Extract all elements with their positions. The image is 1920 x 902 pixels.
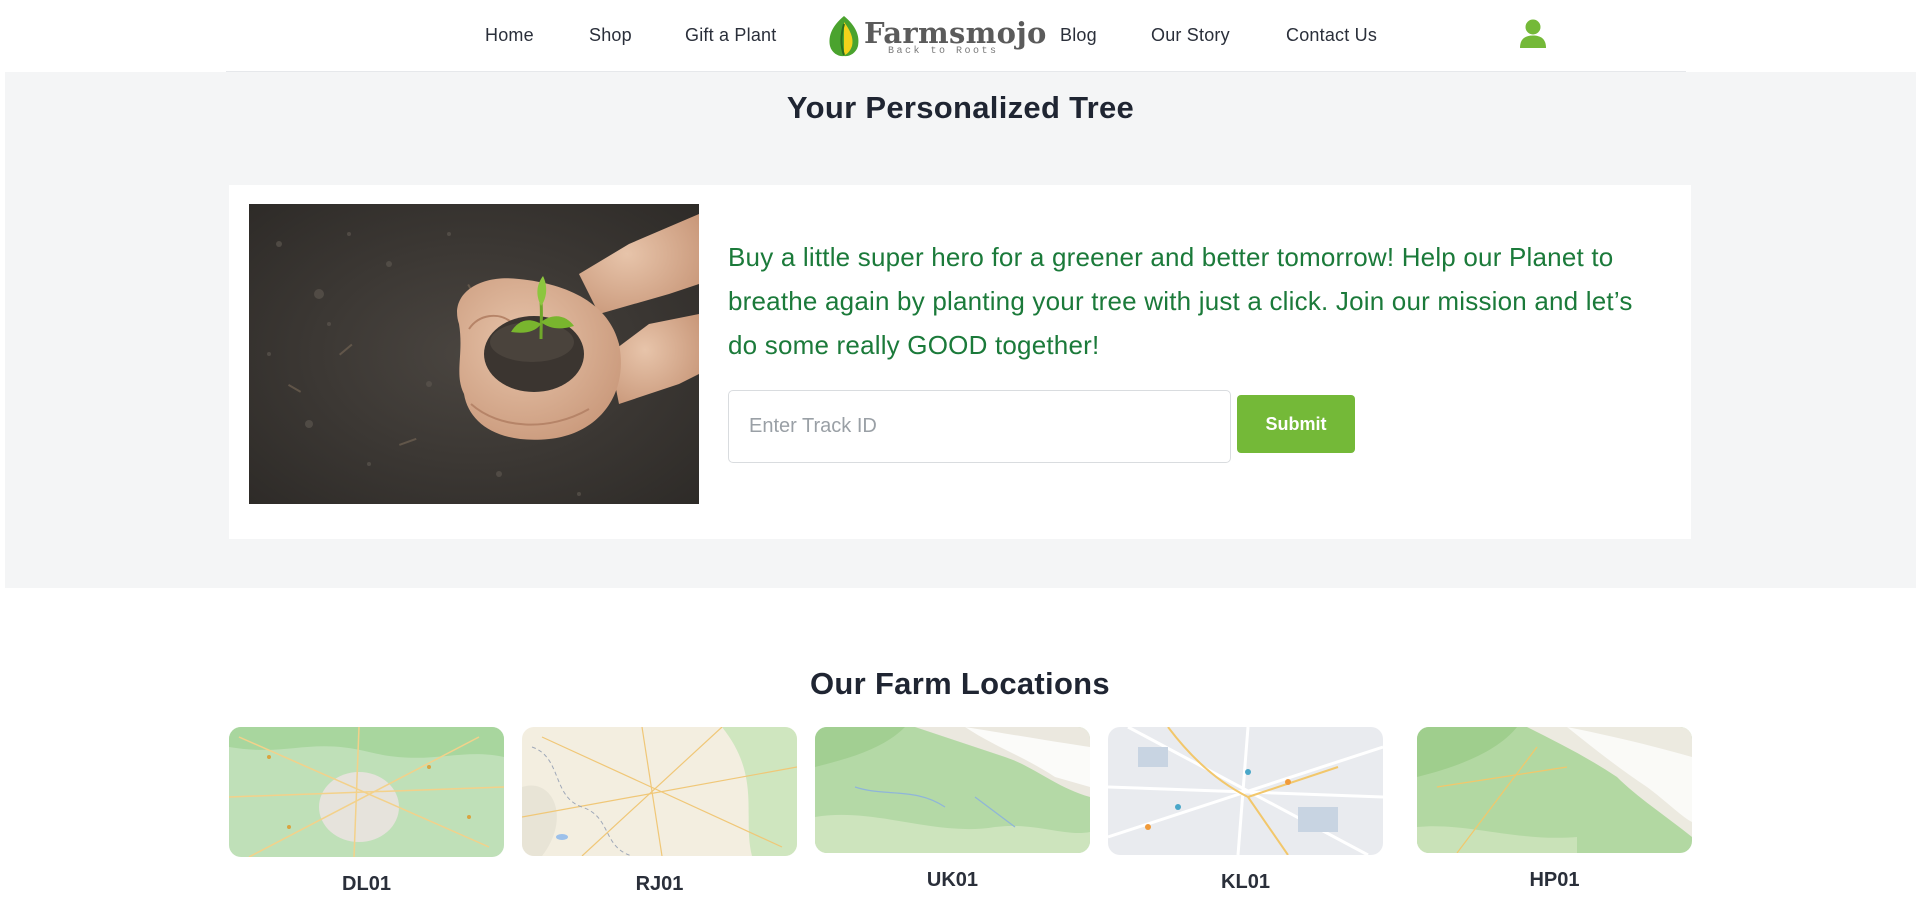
leaf-logo-icon — [829, 16, 859, 57]
farmsmojo-logo[interactable]: Farmsmojo Back to Roots — [826, 14, 1046, 58]
section-title: Your Personalized Tree — [786, 90, 1135, 125]
farm-location-code: UK01 — [926, 869, 979, 891]
farm-location-code: KL01 — [1221, 871, 1270, 893]
farm-location-card[interactable]: KL01 — [1108, 727, 1383, 893]
nav-item-shop[interactable]: Shop — [589, 25, 632, 46]
farm-location-card[interactable]: DL01 — [229, 727, 504, 895]
nav-item-home[interactable]: Home — [485, 25, 534, 46]
track-tree-card: Buy a little super hero for a greener an… — [229, 185, 1691, 539]
farm-locations-title: Our Farm Locations — [810, 666, 1110, 701]
logo-wordmark: Farmsmojo — [864, 16, 1047, 50]
nav-item-blog[interactable]: Blog — [1060, 25, 1097, 46]
map-thumbnail-uk01 — [815, 727, 1090, 853]
farm-location-card[interactable]: UK01 — [815, 727, 1090, 891]
farm-location-card[interactable]: HP01 — [1417, 727, 1692, 891]
logo-tagline: Back to Roots — [888, 46, 999, 57]
map-thumbnail-hp01 — [1417, 727, 1692, 853]
farm-location-code: DL01 — [342, 873, 391, 895]
hero-description: Buy a little super hero for a greener an… — [728, 242, 1633, 360]
farm-location-code: RJ01 — [635, 873, 684, 895]
nav-item-gift-a-plant[interactable]: Gift a Plant — [685, 25, 776, 46]
map-thumbnail-dl01 — [229, 727, 504, 857]
nav-item-contact-us[interactable]: Contact Us — [1286, 25, 1377, 46]
top-navbar: Home Shop Gift a Plant Farmsmojo Back to… — [0, 0, 1920, 72]
farm-location-card[interactable]: RJ01 — [522, 727, 797, 895]
nav-item-our-story[interactable]: Our Story — [1151, 25, 1230, 46]
hands-holding-seedling-image — [249, 204, 699, 504]
track-id-input[interactable] — [728, 390, 1231, 463]
map-thumbnail-kl01 — [1108, 727, 1383, 855]
farm-location-code: HP01 — [1529, 869, 1580, 891]
personalized-tree-section: Your Personalized Tree Buy a little supe… — [5, 72, 1916, 588]
submit-button[interactable]: Submit — [1237, 395, 1355, 453]
user-icon[interactable] — [1519, 18, 1547, 48]
map-thumbnail-rj01 — [522, 727, 797, 856]
